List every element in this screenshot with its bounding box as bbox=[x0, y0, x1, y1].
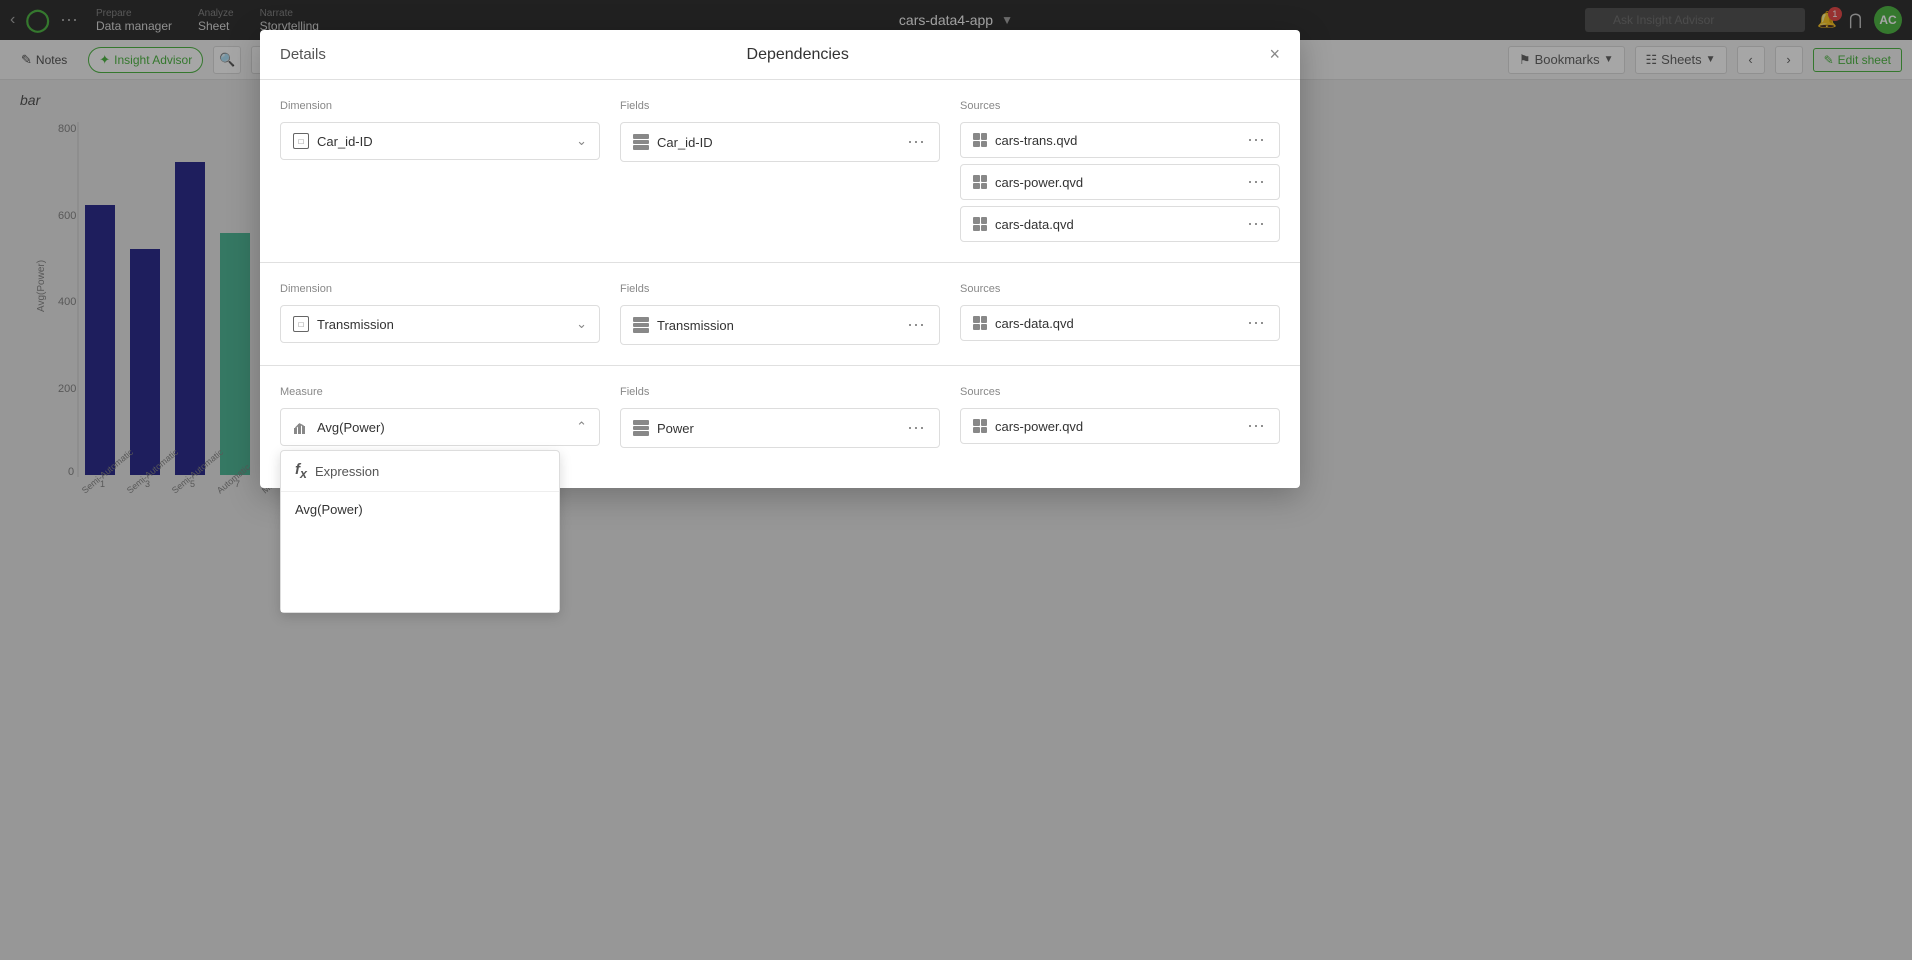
dimension-value-2: Transmission bbox=[317, 317, 568, 332]
fields-card-2: Transmission ⋯ bbox=[620, 305, 940, 345]
measure-value: Avg(Power) bbox=[317, 420, 568, 435]
source-dots-1c[interactable]: ⋯ bbox=[1247, 215, 1267, 233]
table-icon-3 bbox=[633, 420, 649, 436]
measure-card: Avg(Power) ⌃ bbox=[280, 408, 600, 446]
source-item-1a: cars-trans.qvd ⋯ bbox=[960, 122, 1280, 158]
source-label-1b: cars-power.qvd bbox=[995, 175, 1239, 190]
fields-value-3: Power bbox=[657, 421, 899, 436]
fields-label-2: Fields bbox=[620, 283, 940, 295]
measure-col: Measure Avg(Power) ⌃ bbox=[280, 386, 600, 448]
source-item-3a: cars-power.qvd ⋯ bbox=[960, 408, 1280, 444]
source-dots-1b[interactable]: ⋯ bbox=[1247, 173, 1267, 191]
modal-header: Details Dependencies × bbox=[260, 30, 1300, 80]
dimension-card-1: □ Car_id-ID ⌄ bbox=[280, 122, 600, 160]
source-dots-2a[interactable]: ⋯ bbox=[1247, 314, 1267, 332]
fields-value-1: Car_id-ID bbox=[657, 135, 899, 150]
source-item-1c: cars-data.qvd ⋯ bbox=[960, 206, 1280, 242]
fields-card-1: Car_id-ID ⋯ bbox=[620, 122, 940, 162]
dimension-chevron-2[interactable]: ⌄ bbox=[576, 316, 587, 332]
fields-col-1: Fields Car_id-ID ⋯ bbox=[620, 100, 940, 242]
source-label-2a: cars-data.qvd bbox=[995, 316, 1239, 331]
dimension-label-2: Dimension bbox=[280, 283, 600, 295]
table-icon-1 bbox=[633, 134, 649, 150]
expression-fx-icon: fx bbox=[295, 461, 307, 481]
source-label-3a: cars-power.qvd bbox=[995, 419, 1239, 434]
dimension-card-2: □ Transmission ⌄ bbox=[280, 305, 600, 343]
expression-dropdown: fx Expression Avg(Power) bbox=[280, 450, 560, 613]
sources-label-3: Sources bbox=[960, 386, 1280, 398]
source-label-1a: cars-trans.qvd bbox=[995, 133, 1239, 148]
grid-icon-2a bbox=[973, 316, 987, 330]
sources-label-1: Sources bbox=[960, 100, 1280, 112]
dimension-chevron-1[interactable]: ⌄ bbox=[576, 133, 587, 149]
expression-label: Expression bbox=[315, 464, 379, 479]
fields-dots-2[interactable]: ⋯ bbox=[907, 316, 927, 334]
fields-dots-1[interactable]: ⋯ bbox=[907, 133, 927, 151]
dimension-label-1: Dimension bbox=[280, 100, 600, 112]
grid-icon-3a bbox=[973, 419, 987, 433]
source-dots-1a[interactable]: ⋯ bbox=[1247, 131, 1267, 149]
dimension-col-2: Dimension □ Transmission ⌄ bbox=[280, 283, 600, 345]
source-item-2a: cars-data.qvd ⋯ bbox=[960, 305, 1280, 341]
expression-body: Avg(Power) bbox=[281, 492, 559, 612]
modal-close-button[interactable]: × bbox=[1269, 44, 1280, 65]
grid-icon-1a bbox=[973, 133, 987, 147]
measure-chevron-up[interactable]: ⌃ bbox=[576, 419, 587, 435]
fields-label-3: Fields bbox=[620, 386, 940, 398]
fields-label-1: Fields bbox=[620, 100, 940, 112]
measure-icon bbox=[293, 419, 309, 435]
dimension-col-1: Dimension □ Car_id-ID ⌄ bbox=[280, 100, 600, 242]
fields-dots-3[interactable]: ⋯ bbox=[907, 419, 927, 437]
sources-col-3: Sources cars-power.qvd ⋯ bbox=[960, 386, 1280, 448]
fields-card-3: Power ⋯ bbox=[620, 408, 940, 448]
cube-icon-1: □ bbox=[293, 133, 309, 149]
dependency-row-1: Dimension □ Car_id-ID ⌄ Fields Car_id-ID bbox=[260, 80, 1300, 263]
dependency-row-2: Dimension □ Transmission ⌄ Fields Transm… bbox=[260, 263, 1300, 366]
fields-col-3: Fields Power ⋯ bbox=[620, 386, 940, 448]
cube-icon-2: □ bbox=[293, 316, 309, 332]
measure-label: Measure bbox=[280, 386, 600, 398]
source-dots-3a[interactable]: ⋯ bbox=[1247, 417, 1267, 435]
source-item-1b: cars-power.qvd ⋯ bbox=[960, 164, 1280, 200]
grid-icon-1b bbox=[973, 175, 987, 189]
modal-title-dependencies: Dependencies bbox=[747, 46, 849, 64]
expression-value: Avg(Power) bbox=[295, 502, 363, 517]
fields-col-2: Fields Transmission ⋯ bbox=[620, 283, 940, 345]
sources-col-1: Sources cars-trans.qvd ⋯ cars-power.qvd bbox=[960, 100, 1280, 242]
grid-icon-1c bbox=[973, 217, 987, 231]
sources-label-2: Sources bbox=[960, 283, 1280, 295]
modal-title-details: Details bbox=[280, 46, 326, 63]
modal-body: Dimension □ Car_id-ID ⌄ Fields Car_id-ID bbox=[260, 80, 1300, 488]
source-label-1c: cars-data.qvd bbox=[995, 217, 1239, 232]
expression-header: fx Expression bbox=[281, 451, 559, 492]
fields-value-2: Transmission bbox=[657, 318, 899, 333]
dependencies-modal: Details Dependencies × Dimension □ Car_i… bbox=[260, 30, 1300, 488]
sources-col-2: Sources cars-data.qvd ⋯ bbox=[960, 283, 1280, 345]
dimension-value-1: Car_id-ID bbox=[317, 134, 568, 149]
table-icon-2 bbox=[633, 317, 649, 333]
